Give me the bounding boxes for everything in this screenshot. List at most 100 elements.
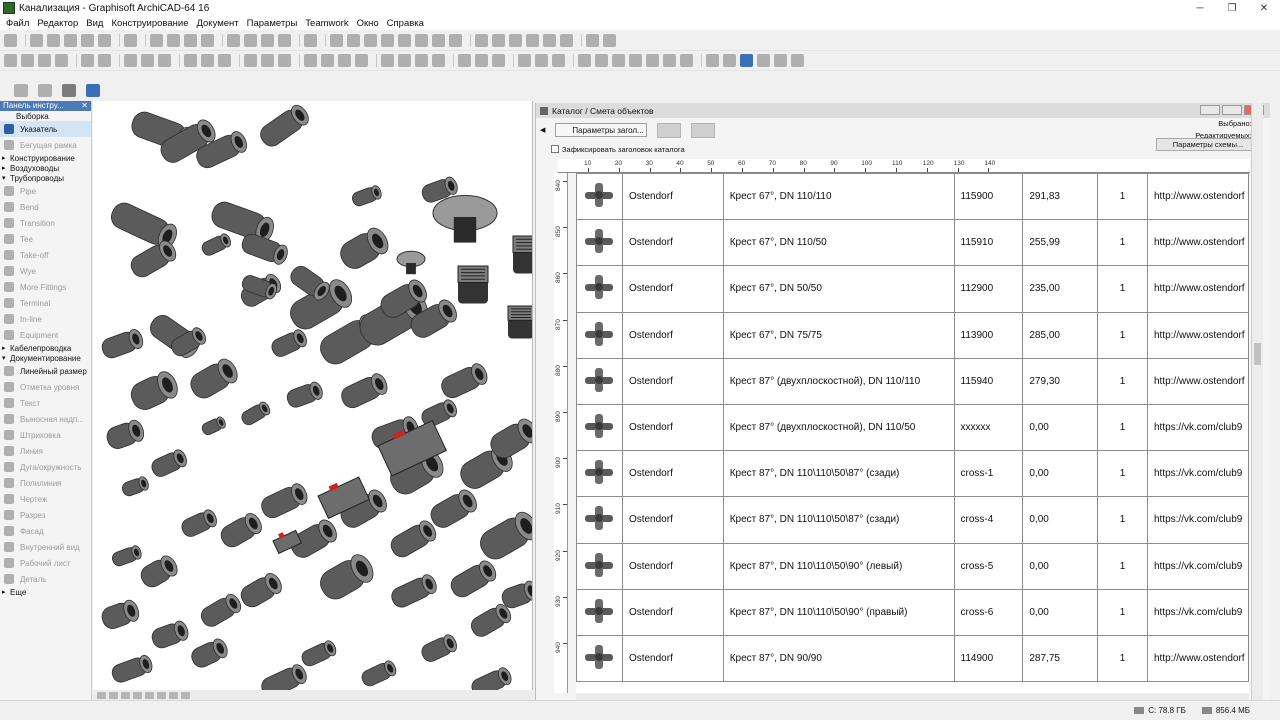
toolbar-tool-icon[interactable] [38,54,51,67]
table-row[interactable]: Ostendorf Крест 67°, DN 75/75 113900 285,00… [576,311,1249,359]
toolbar-tool-icon[interactable] [218,54,231,67]
toolbar-tool-icon[interactable] [381,34,394,47]
toolbar-tool-icon[interactable] [663,54,676,67]
palette-item-32[interactable]: ▸ Еще [0,587,91,597]
toolbar-tool-icon[interactable] [55,54,68,67]
palette-item-23[interactable]: Линия [0,443,91,459]
pipe-fitting[interactable] [351,184,383,207]
pipe-fitting[interactable] [389,572,439,610]
palette-item-0[interactable]: Выборка [0,111,91,121]
export-icon[interactable] [657,122,682,138]
palette-item-28[interactable]: Фасад [0,523,91,539]
toolbar-tool-icon[interactable] [449,34,462,47]
cell-price[interactable]: 285,00 [1022,311,1099,359]
menu-item-7[interactable]: Окно [353,18,383,29]
palette-item-2[interactable]: Бегущая рамка [0,137,91,153]
toolbar-tool-icon[interactable] [560,34,573,47]
cell-code[interactable]: 112900 [953,265,1024,313]
toolbar-tool-icon[interactable] [629,54,642,67]
cell-name[interactable]: Крест 87°, DN 110\110\50\90° (правый) [722,588,955,636]
prev-zoom-icon[interactable] [157,691,166,699]
toolbar-tool-icon[interactable] [124,34,137,47]
expand-arrow-icon[interactable]: ▸ [2,164,10,172]
toolbar-tool-icon[interactable] [124,54,137,67]
toolbar-tool-icon[interactable] [492,34,505,47]
cell-name[interactable]: Крест 67°, DN 110/50 [722,219,955,267]
toolbar-tool-icon[interactable] [30,34,43,47]
pipe-fitting[interactable] [338,371,390,411]
vent-cap[interactable] [396,250,426,275]
toolbar-tool-icon[interactable] [364,34,377,47]
toolbar-tool-icon[interactable] [492,54,505,67]
toolbar-tool-icon[interactable] [304,34,317,47]
fix-header-checkbox[interactable] [551,145,559,153]
cell-code[interactable]: xxxxxx [953,403,1024,452]
palette-item-18[interactable]: Линейный размер [0,363,91,379]
palette-item-20[interactable]: Текст [0,395,91,411]
next-zoom-icon[interactable] [169,691,178,699]
pipe-fitting[interactable] [438,361,490,401]
cell-maker[interactable]: Ostendorf [621,219,724,267]
cell-url[interactable]: http://www.ostendorf [1146,173,1249,221]
toolbar-tool-icon[interactable] [278,54,291,67]
cell-price[interactable]: 255,99 [1022,219,1099,267]
toolbar-tool-icon[interactable] [723,54,736,67]
palette-item-11[interactable]: Wye [0,263,91,279]
cell-url[interactable]: http://www.ostendorf [1146,311,1249,359]
cell-price[interactable]: 291,83 [1022,173,1099,221]
toolbar-tool-icon[interactable] [612,54,625,67]
pipe-fitting[interactable] [448,558,500,600]
floor-drain[interactable] [512,235,533,274]
pipe-fitting[interactable] [179,508,219,539]
collapse-arrow-icon[interactable]: ◀ [540,126,545,134]
cell-code[interactable]: 114900 [953,634,1024,683]
toolbar-tool-icon[interactable] [304,54,317,67]
pipe-fitting[interactable] [468,602,514,640]
fit-window-icon[interactable] [121,691,130,699]
cell-url[interactable]: https://vk.com/club9 [1146,403,1249,452]
cell-price[interactable]: 0,00 [1022,403,1099,452]
pipe-fitting[interactable] [388,518,440,560]
cell-qty[interactable]: 1 [1097,219,1148,267]
palette-item-26[interactable]: Чертеж [0,491,91,507]
cell-url[interactable]: https://vk.com/club9 [1146,496,1249,544]
cell-price[interactable]: 235,00 [1022,265,1099,313]
toolbar-tool-icon[interactable] [518,54,531,67]
table-row[interactable]: Ostendorf Крест 87° (двухплоскостной), DN… [576,403,1249,452]
expand-arrow-icon[interactable]: ▸ [2,344,10,352]
pipe-fitting[interactable] [110,654,154,685]
cell-price[interactable]: 279,30 [1022,357,1099,405]
cell-qty[interactable]: 1 [1097,634,1148,683]
toolbar-tool-icon[interactable] [398,54,411,67]
chart-icon[interactable] [691,122,716,138]
toolbar-tool-icon[interactable] [458,54,471,67]
pipe-fitting[interactable] [150,619,191,650]
toolbar-tool-icon[interactable] [4,54,17,67]
palette-item-12[interactable]: More Fittings [0,279,91,295]
toolbar-tool-icon[interactable] [338,54,351,67]
cell-name[interactable]: Крест 67°, DN 50/50 [722,265,955,313]
cell-name[interactable]: Крест 87°, DN 110\110\50\87° (сзади) [722,496,955,544]
cell-maker[interactable]: Ostendorf [621,403,724,452]
cell-name[interactable]: Крест 67°, DN 110/110 [722,173,955,221]
menu-item-0[interactable]: Файл [2,18,33,29]
toolbar-tool-icon[interactable] [398,34,411,47]
cell-maker[interactable]: Ostendorf [621,173,724,221]
pipe-fitting[interactable] [200,232,233,257]
pipe-fitting[interactable] [149,448,189,479]
toolbar-tool-icon[interactable] [475,34,488,47]
expand-arrow-icon[interactable]: ▸ [2,154,10,162]
expand-arrow-icon[interactable]: ▾ [2,354,10,362]
toolbar-tool-icon[interactable] [141,54,154,67]
table-row[interactable]: Ostendorf Крест 87°, DN 110\110\50\87° (с… [576,496,1249,544]
palette-item-24[interactable]: Дуга/окружность [0,459,91,475]
toolbar-tool-icon[interactable] [261,34,274,47]
pipe-fitting[interactable] [258,481,310,521]
toolbar-tool-icon[interactable] [201,54,214,67]
menu-item-6[interactable]: Teamwork [301,18,352,29]
3d-view-canvas[interactable] [93,101,533,691]
palette-item-27[interactable]: Разрез [0,507,91,523]
cell-code[interactable]: 115910 [953,219,1024,267]
pipe-fitting[interactable] [427,487,480,532]
toolbar-tool-icon[interactable] [158,54,171,67]
